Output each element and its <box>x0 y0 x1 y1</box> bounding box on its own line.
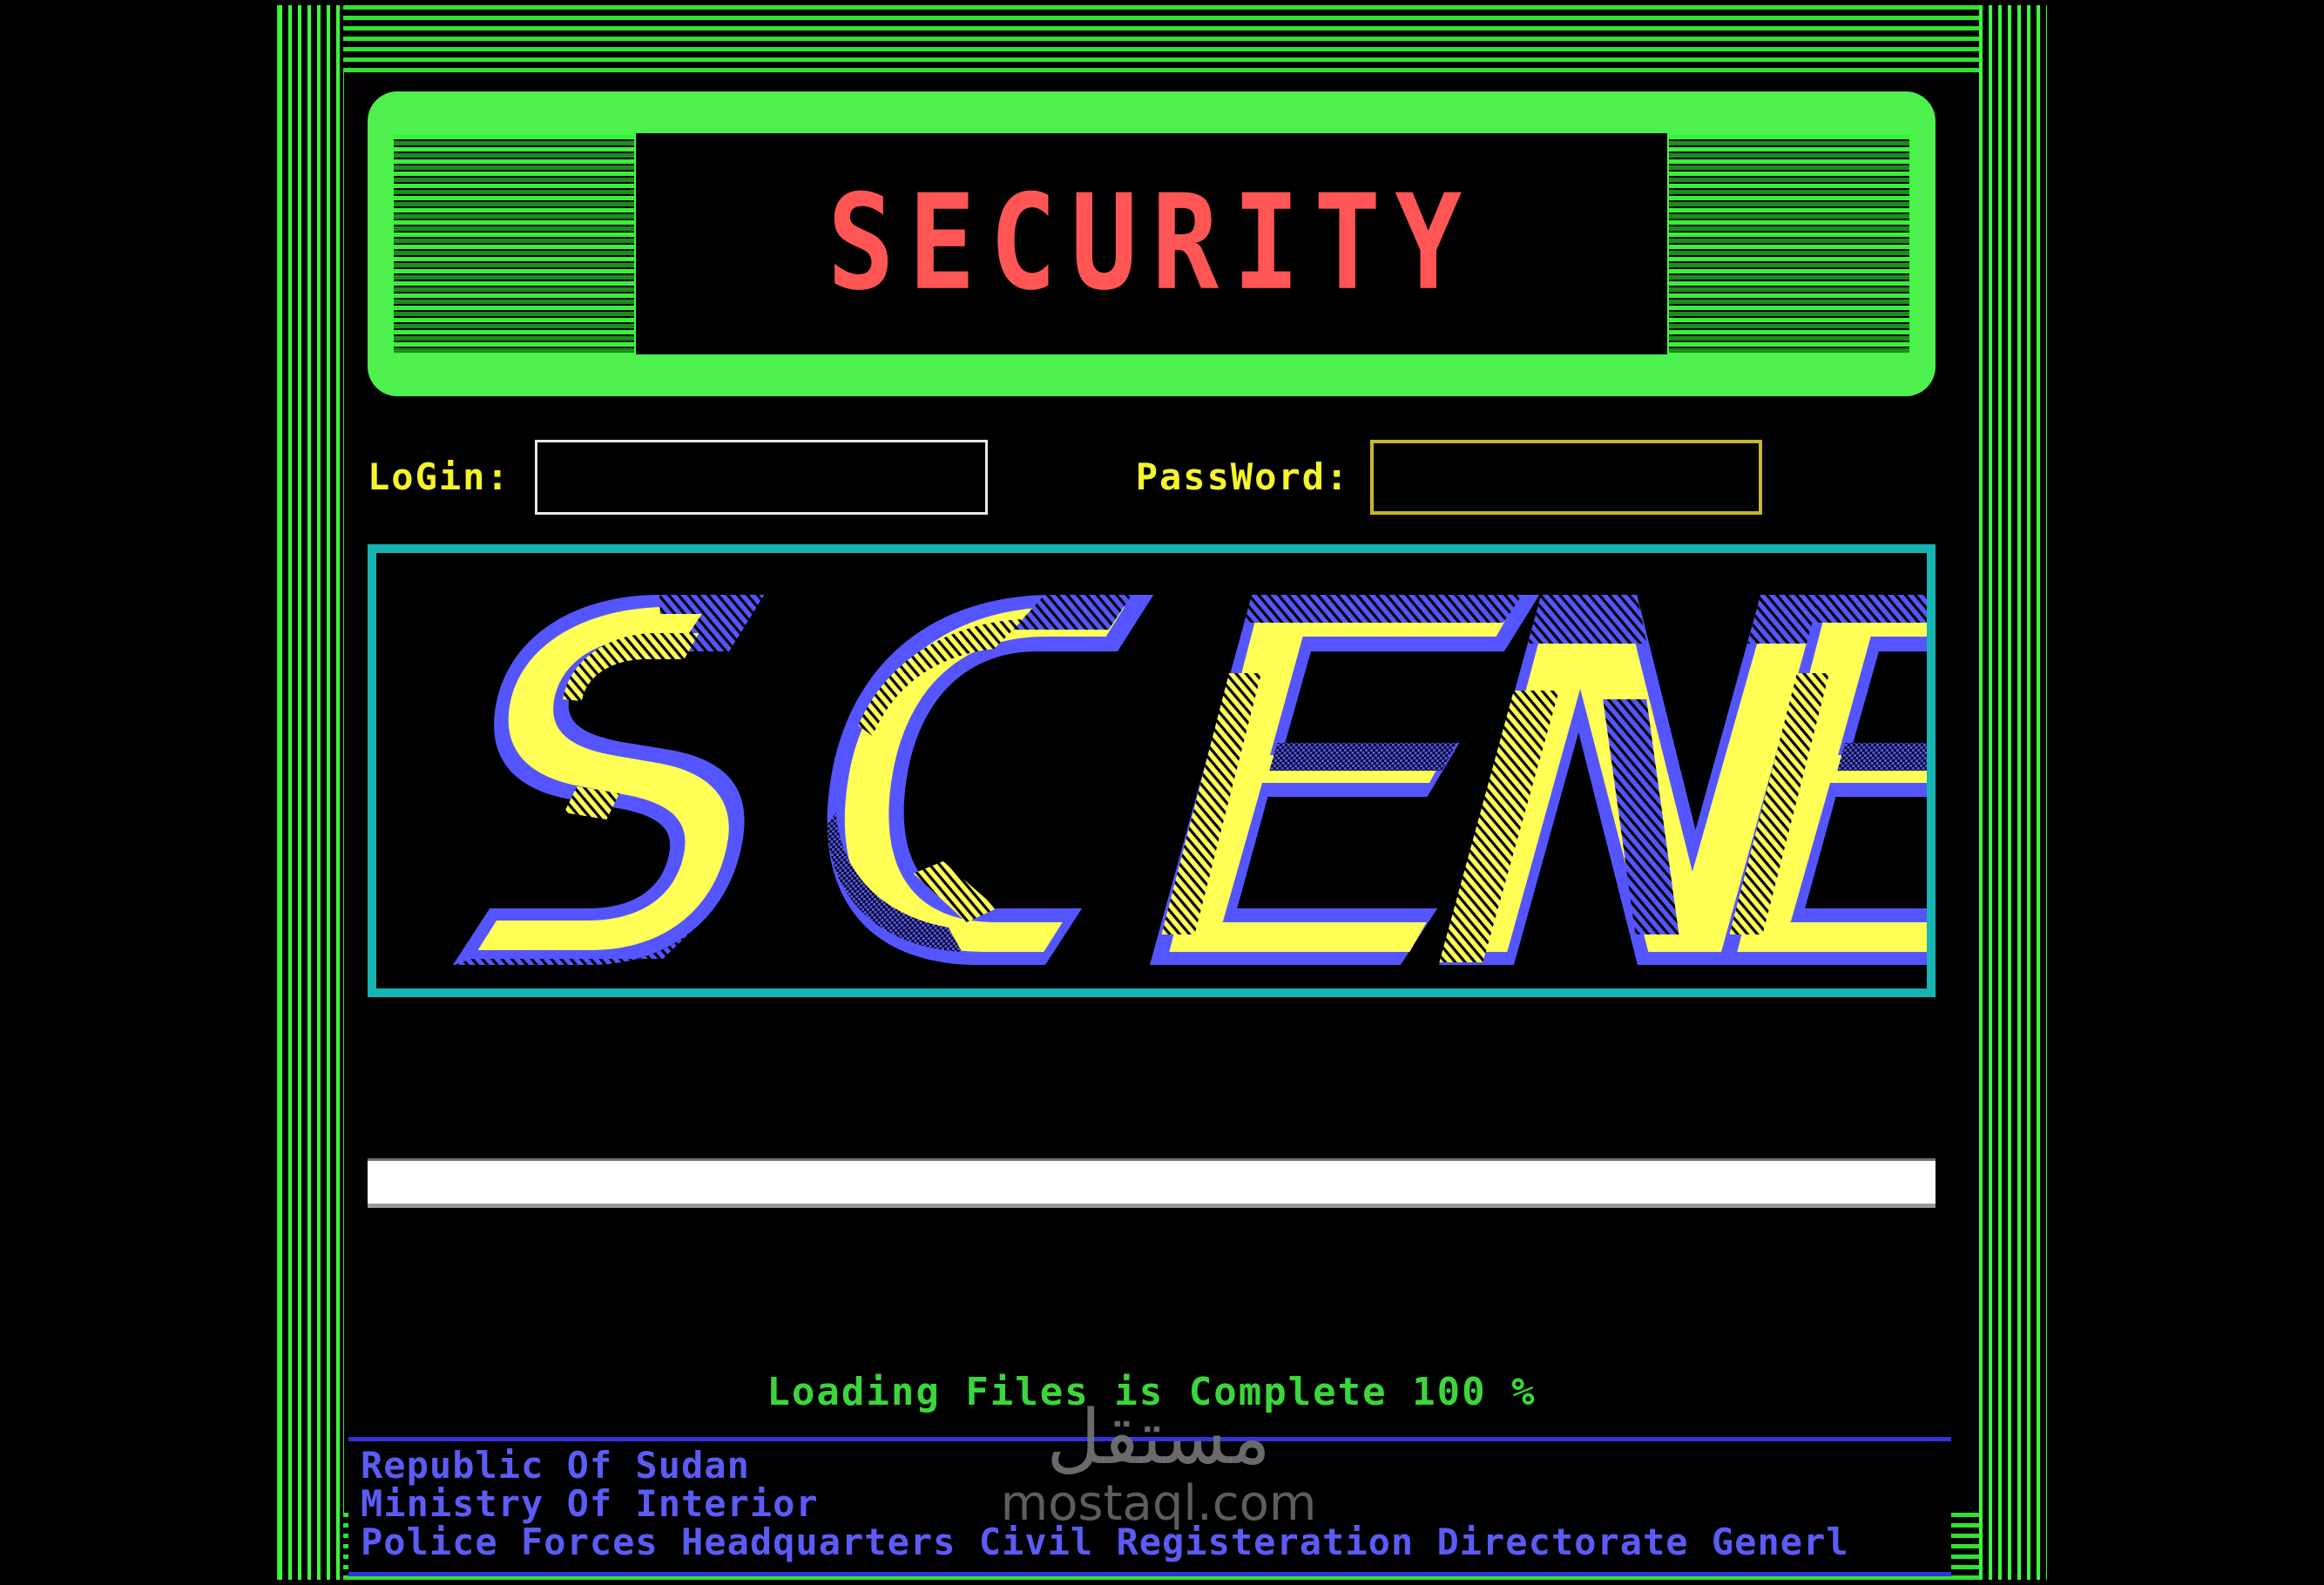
scene-logo-panel <box>368 544 1936 997</box>
footer-line-country: Republic Of Sudan <box>361 1444 750 1487</box>
page-title: SECURITY <box>827 166 1476 320</box>
footer-line-ministry: Ministry Of Interior <box>361 1482 819 1526</box>
scene-logo-art <box>376 553 1927 988</box>
title-pane: SECURITY <box>636 133 1667 354</box>
loading-status-text: Loading Files is Complete 100 % <box>767 1370 1537 1414</box>
banner-stripes-left <box>392 133 636 354</box>
password-input[interactable] <box>1370 439 1763 515</box>
loading-progress-bar <box>368 1158 1936 1208</box>
login-label: LoGin: <box>368 455 510 498</box>
frame-texture-left-checker <box>279 685 343 1580</box>
banner-stripes-right <box>1667 133 1911 354</box>
terminal-screen: SECURITY LoGin: PassWord: Loading Files … <box>0 0 2324 1585</box>
footer-line-division: Police Forces Headquarters Civil Registe… <box>361 1521 1849 1564</box>
loading-progress-fill <box>368 1161 1936 1204</box>
password-label: PassWord: <box>1135 455 1350 498</box>
header-banner-inner: SECURITY <box>392 133 1911 354</box>
header-banner: SECURITY <box>368 91 1936 396</box>
frame-texture-left-vertical <box>279 5 343 685</box>
main-content: SECURITY LoGin: PassWord: Loading Files … <box>348 83 1995 1576</box>
credentials-row: LoGin: PassWord: <box>368 431 1936 523</box>
login-input[interactable] <box>534 439 988 515</box>
footer-agency-block: Republic Of Sudan Ministry Of Interior P… <box>348 1437 1951 1576</box>
